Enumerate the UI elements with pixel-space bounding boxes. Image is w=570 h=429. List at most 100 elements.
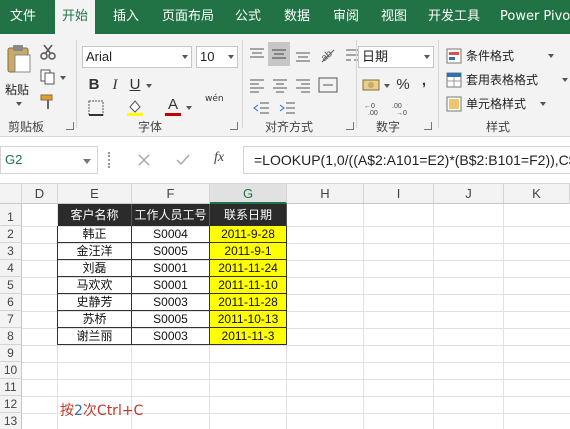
table-cell-date[interactable]: 2011-11-28 (210, 294, 287, 311)
font-color-button[interactable]: A (164, 96, 182, 118)
italic-button[interactable]: I (108, 76, 122, 94)
copy-icon[interactable] (40, 69, 56, 85)
font-launcher-icon[interactable] (230, 122, 238, 130)
tab-view[interactable]: 视图 (381, 0, 407, 34)
underline-button[interactable]: U (128, 76, 142, 94)
align-bottom-icon[interactable] (294, 46, 312, 64)
format-painter-icon[interactable] (40, 94, 56, 110)
align-top-icon[interactable] (248, 46, 266, 64)
table-cell[interactable]: S0001 (132, 277, 210, 294)
align-left-icon[interactable] (248, 76, 266, 94)
table-cell[interactable]: S0005 (132, 311, 210, 328)
table-cell-date[interactable]: 2011-9-28 (210, 226, 287, 243)
column-header-g[interactable]: G (210, 184, 287, 204)
align-right-icon[interactable] (294, 76, 312, 94)
table-cell-date[interactable]: 2011-9-1 (210, 243, 287, 260)
table-cell[interactable]: S0004 (132, 226, 210, 243)
table-cell[interactable]: 谢兰丽 (58, 328, 132, 345)
accounting-format-icon[interactable] (362, 76, 382, 94)
row-header-4[interactable]: 4 (0, 260, 22, 277)
tab-page-layout[interactable]: 页面布局 (162, 0, 214, 34)
paste-button[interactable]: 粘贴 (4, 40, 34, 110)
column-header-e[interactable]: E (58, 184, 132, 204)
table-cell-date[interactable]: 2011-11-3 (210, 328, 287, 345)
row-header-12[interactable]: 12 (0, 396, 22, 413)
tab-developer[interactable]: 开发工具 (428, 0, 480, 34)
font-color-dropdown-icon[interactable] (186, 106, 192, 110)
cell-styles-button[interactable]: 单元格样式 (446, 94, 566, 114)
tab-data[interactable]: 数据 (284, 0, 310, 34)
table-cell[interactable]: 马欢欢 (58, 277, 132, 294)
number-launcher-icon[interactable] (424, 122, 432, 130)
table-cell-date[interactable]: 2011-11-24 (210, 260, 287, 277)
font-family-select[interactable]: Arial (82, 46, 192, 68)
name-box[interactable]: G2 (0, 146, 98, 174)
row-header-1[interactable]: 1 (0, 204, 22, 226)
table-header-staff-id[interactable]: 工作人员工号 (132, 204, 210, 226)
enter-check-icon[interactable] (176, 154, 190, 166)
phonetic-guide-button[interactable]: wén (205, 94, 224, 104)
row-header-11[interactable]: 11 (0, 379, 22, 396)
fill-color-icon[interactable] (126, 98, 144, 116)
column-header-j[interactable]: J (434, 184, 504, 204)
worksheet-grid[interactable]: D E F G H I J K 1 2 3 4 5 6 7 8 9 10 11 … (0, 183, 570, 429)
column-header-f[interactable]: F (132, 184, 210, 204)
row-header-3[interactable]: 3 (0, 243, 22, 260)
row-header-2[interactable]: 2 (0, 226, 22, 243)
table-cell[interactable]: 韩正 (58, 226, 132, 243)
table-cell[interactable]: 史静芳 (58, 294, 132, 311)
splitter-handle[interactable] (108, 152, 111, 168)
tab-formulas[interactable]: 公式 (235, 0, 261, 34)
conditional-formatting-button[interactable]: 条件格式 (446, 46, 566, 66)
row-header-13[interactable]: 13 (0, 413, 22, 429)
column-header-i[interactable]: I (364, 184, 434, 204)
cancel-icon[interactable] (138, 154, 150, 166)
row-header-5[interactable]: 5 (0, 277, 22, 294)
column-header-h[interactable]: H (287, 184, 364, 204)
align-middle-button[interactable] (268, 42, 290, 66)
table-cell[interactable]: S0003 (132, 328, 210, 345)
accounting-dropdown-icon[interactable] (384, 84, 390, 88)
tab-file[interactable]: 文件 (10, 0, 36, 34)
row-header-7[interactable]: 7 (0, 311, 22, 328)
row-header-6[interactable]: 6 (0, 294, 22, 311)
font-size-select[interactable]: 10 (196, 46, 238, 68)
tab-home[interactable]: 开始 (55, 0, 96, 36)
formula-input[interactable]: =LOOKUP(1,0/((A$2:A101=E2)*(B$2:B101=F2)… (243, 146, 570, 174)
tab-insert[interactable]: 插入 (113, 0, 139, 34)
increase-decimal-icon[interactable]: ←0.00 (364, 100, 386, 116)
row-header-10[interactable]: 10 (0, 362, 22, 379)
borders-icon[interactable] (88, 100, 104, 116)
row-header-9[interactable]: 9 (0, 345, 22, 362)
alignment-launcher-icon[interactable] (346, 122, 354, 130)
copy-dropdown-icon[interactable] (60, 76, 66, 80)
tab-power-pivot[interactable]: Power Pivot (500, 0, 570, 34)
align-center-icon[interactable] (271, 76, 289, 94)
column-header-k[interactable]: K (504, 184, 570, 204)
table-cell[interactable]: S0005 (132, 243, 210, 260)
table-cell-date[interactable]: 2011-10-13 (210, 311, 287, 328)
table-cell[interactable]: 刘磊 (58, 260, 132, 277)
row-header-8[interactable]: 8 (0, 328, 22, 345)
bold-button[interactable]: B (86, 76, 102, 94)
clipboard-launcher-icon[interactable] (66, 122, 74, 130)
comma-style-button[interactable]: , (418, 72, 430, 90)
table-header-customer[interactable]: 客户名称 (58, 204, 132, 226)
table-cell-date[interactable]: 2011-11-10 (210, 277, 287, 294)
table-cell[interactable]: S0001 (132, 260, 210, 277)
merge-center-icon[interactable] (318, 76, 338, 94)
select-all-button[interactable] (0, 184, 22, 204)
percent-style-button[interactable]: % (395, 76, 411, 94)
cut-icon[interactable] (40, 44, 56, 60)
decrease-indent-icon[interactable] (252, 100, 270, 116)
decrease-decimal-icon[interactable]: .00→0 (392, 100, 414, 116)
increase-indent-icon[interactable] (278, 100, 296, 116)
table-cell[interactable]: 金汪洋 (58, 243, 132, 260)
table-header-contact-date[interactable]: 联系日期 (210, 204, 287, 226)
format-as-table-button[interactable]: 套用表格格式 (446, 70, 570, 90)
table-cell[interactable]: S0003 (132, 294, 210, 311)
orientation-icon[interactable]: ab (318, 44, 336, 64)
insert-function-button[interactable]: fx (214, 150, 224, 166)
table-cell[interactable]: 苏桥 (58, 311, 132, 328)
tab-review[interactable]: 审阅 (333, 0, 359, 34)
